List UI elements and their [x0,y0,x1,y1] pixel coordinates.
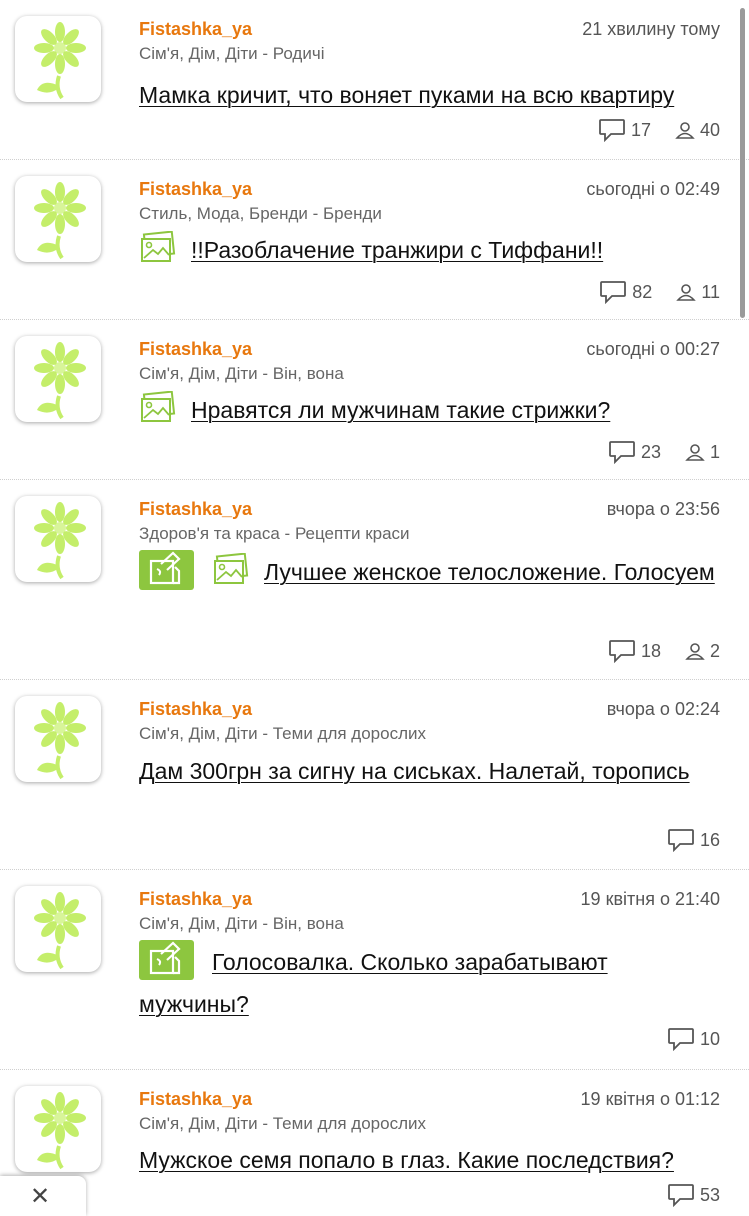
scrollbar[interactable] [740,8,745,318]
post-time: вчора о 23:56 [606,499,720,519]
post-title[interactable]: !!Разоблачение транжири с Тиффани!! [191,237,603,263]
post-item[interactable]: Fistashka_ya 19 квітня о 21:40 Сім'я, Ді… [0,870,749,1070]
post-item[interactable]: Fistashka_ya 21 хвилину тому Сім'я, Дім,… [0,0,749,160]
post-item[interactable]: Fistashka_ya вчора о 02:24 Сім'я, Дім, Д… [0,680,749,870]
comment-icon [599,280,627,304]
post-item[interactable]: Fistashka_ya сьогодні о 00:27 Сім'я, Дім… [0,320,749,480]
comment-icon [608,440,636,464]
post-stats: 53 [667,1183,720,1207]
participant-count: 40 [699,119,720,140]
close-button[interactable]: ✕ [0,1176,86,1216]
person-icon [675,120,695,140]
post-author[interactable]: Fistashka_ya [139,1089,252,1110]
comment-count: 18 [640,640,661,661]
comment-count: 82 [632,281,653,302]
person-icon [685,641,705,661]
post-item[interactable]: Fistashka_ya сьогодні о 02:49 Стиль, Мод… [0,160,749,320]
close-icon: ✕ [30,1183,51,1210]
post-category[interactable]: Сім'я, Дім, Діти - Він, вона [139,364,344,384]
post-time: сьогодні о 02:49 [586,179,720,199]
avatar[interactable] [15,496,101,582]
participant-count: 2 [709,640,720,661]
flower-icon [15,496,101,582]
post-author[interactable]: Fistashka_ya [139,19,252,40]
post-category[interactable]: Сім'я, Дім, Діти - Родичі [139,44,324,64]
poll-icon [139,550,194,590]
post-item[interactable]: Fistashka_ya вчора о 23:56 Здоров'я та к… [0,480,749,680]
post-category[interactable]: Сім'я, Дім, Діти - Він, вона [139,914,344,934]
participant-count: 11 [701,281,720,302]
post-stats: 18 2 [608,639,720,663]
flower-icon [15,886,101,972]
post-title[interactable]: Мужское семя попало в глаз. Какие послед… [139,1147,674,1173]
comment-count: 17 [630,119,651,140]
flower-icon [15,336,101,422]
post-author[interactable]: Fistashka_ya [139,699,252,720]
post-category[interactable]: Сім'я, Дім, Діти - Теми для дорослих [139,724,426,744]
post-title[interactable]: Голосовалка. Сколько зарабатывают мужчин… [139,949,608,1017]
comment-icon [667,1027,695,1051]
post-time: 19 квітня о 01:12 [580,1089,720,1109]
flower-icon [15,16,101,102]
comment-icon [667,1183,695,1207]
comment-icon [667,828,695,852]
post-author[interactable]: Fistashka_ya [139,179,252,200]
post-stats: 23 1 [608,440,720,464]
post-time: 21 хвилину тому [582,19,720,39]
poll-badge [139,549,194,590]
avatar[interactable] [15,16,101,102]
person-icon [685,442,705,462]
post-time: сьогодні о 00:27 [586,339,720,359]
avatar[interactable] [15,336,101,422]
flower-icon [15,696,101,782]
photo-icon [139,391,177,425]
comment-icon [598,118,626,142]
post-title[interactable]: Дам 300грн за сигну на сиськах. Налетай,… [139,758,690,784]
photo-icon [139,231,177,265]
post-stats: 10 [667,1027,720,1051]
post-title[interactable]: Лучшее женское телосложение. Голосуем [264,559,715,585]
avatar[interactable] [15,176,101,262]
poll-icon [139,940,194,980]
comment-icon [608,639,636,663]
poll-badge [139,939,194,980]
post-title[interactable]: Нравятся ли мужчинам такие стрижки? [191,397,610,423]
comment-count: 23 [640,441,661,462]
post-item[interactable]: Fistashka_ya 19 квітня о 01:12 Сім'я, Ді… [0,1070,749,1200]
post-time: вчора о 02:24 [606,699,720,719]
post-time: 19 квітня о 21:40 [580,889,720,909]
flower-icon [15,1086,101,1172]
comment-count: 53 [699,1184,720,1205]
post-author[interactable]: Fistashka_ya [139,889,252,910]
post-stats: 82 11 [599,280,720,304]
post-stats: 17 40 [598,118,720,142]
post-category[interactable]: Здоров'я та краса - Рецепти краси [139,524,410,544]
person-icon [676,282,696,302]
post-title[interactable]: Мамка кричит, что воняет пуками на всю к… [139,82,674,108]
post-category[interactable]: Стиль, Мода, Бренди - Бренди [139,204,382,224]
flower-icon [15,176,101,262]
post-stats: 16 [667,828,720,852]
comment-count: 16 [699,829,720,850]
participant-count: 1 [709,441,720,462]
avatar[interactable] [15,1086,101,1172]
post-author[interactable]: Fistashka_ya [139,339,252,360]
comment-count: 10 [699,1028,720,1049]
photo-icon [212,553,250,587]
avatar[interactable] [15,696,101,782]
avatar[interactable] [15,886,101,972]
post-author[interactable]: Fistashka_ya [139,499,252,520]
post-category[interactable]: Сім'я, Дім, Діти - Теми для дорослих [139,1114,426,1134]
